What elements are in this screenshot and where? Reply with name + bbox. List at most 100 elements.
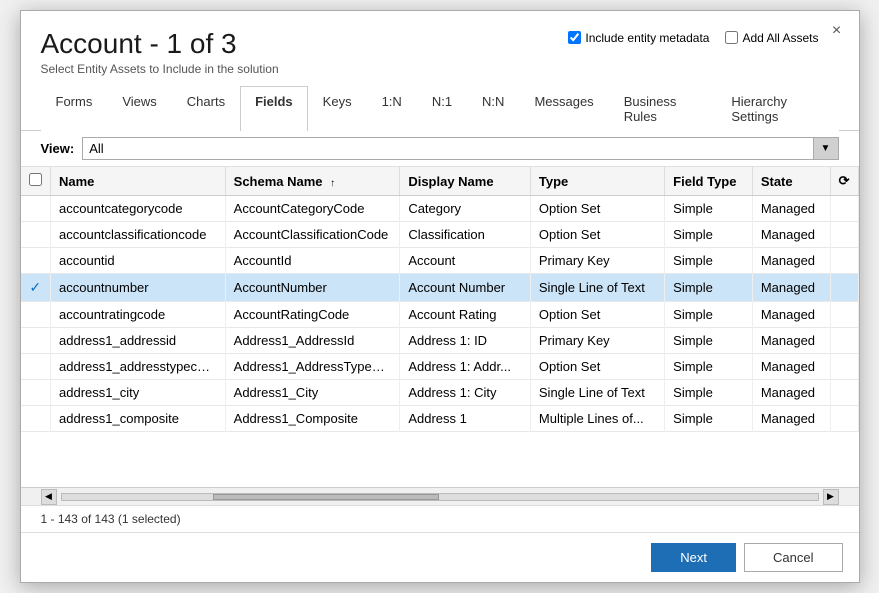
table-row[interactable]: address1_addressid Address1_AddressId Ad… <box>21 328 859 354</box>
row-action <box>830 328 858 354</box>
row-type: Single Line of Text <box>530 380 664 406</box>
horizontal-scrollbar[interactable]: ◀ ▶ <box>21 487 859 505</box>
view-label: View: <box>41 141 75 156</box>
row-field-type: Simple <box>665 302 753 328</box>
row-check[interactable] <box>21 328 51 354</box>
include-metadata-label[interactable]: Include entity metadata <box>568 31 709 45</box>
table-body: accountcategorycode AccountCategoryCode … <box>21 196 859 432</box>
row-state: Managed <box>752 380 830 406</box>
table-row[interactable]: address1_addresstypecode Address1_Addres… <box>21 354 859 380</box>
row-field-type: Simple <box>665 196 753 222</box>
cancel-button[interactable]: Cancel <box>744 543 842 572</box>
row-action <box>830 354 858 380</box>
table-row[interactable]: ✓ accountnumber AccountNumber Account Nu… <box>21 274 859 302</box>
tab-views[interactable]: Views <box>107 86 171 131</box>
main-dialog: Account - 1 of 3 Select Entity Assets to… <box>20 10 860 584</box>
row-action <box>830 248 858 274</box>
scroll-left-arrow[interactable]: ◀ <box>41 489 57 505</box>
row-state: Managed <box>752 328 830 354</box>
row-schema-name: AccountClassificationCode <box>225 222 400 248</box>
row-display-name: Address 1: City <box>400 380 531 406</box>
row-name: accountratingcode <box>51 302 226 328</box>
tab-keys[interactable]: Keys <box>308 86 367 131</box>
view-dropdown-icon[interactable]: ▼ <box>813 137 839 160</box>
row-schema-name: Address1_AddressTypeCode <box>225 354 400 380</box>
row-name: address1_composite <box>51 406 226 432</box>
row-action <box>830 302 858 328</box>
row-schema-name: AccountRatingCode <box>225 302 400 328</box>
tab-forms[interactable]: Forms <box>41 86 108 131</box>
table-row[interactable]: accountid AccountId Account Primary Key … <box>21 248 859 274</box>
row-check[interactable] <box>21 248 51 274</box>
row-field-type: Simple <box>665 274 753 302</box>
row-check[interactable] <box>21 222 51 248</box>
row-display-name: Address 1 <box>400 406 531 432</box>
add-all-assets-checkbox[interactable] <box>725 31 738 44</box>
status-bar: 1 - 143 of 143 (1 selected) <box>21 505 859 532</box>
row-field-type: Simple <box>665 222 753 248</box>
tab-messages[interactable]: Messages <box>519 86 608 131</box>
col-name[interactable]: Name <box>51 167 226 196</box>
row-action <box>830 196 858 222</box>
table-row[interactable]: accountclassificationcode AccountClassif… <box>21 222 859 248</box>
row-state: Managed <box>752 354 830 380</box>
row-check[interactable] <box>21 406 51 432</box>
col-field-type[interactable]: Field Type <box>665 167 753 196</box>
row-state: Managed <box>752 302 830 328</box>
close-button[interactable]: × <box>827 21 847 41</box>
tab-1n[interactable]: 1:N <box>367 86 417 131</box>
tab-charts[interactable]: Charts <box>172 86 240 131</box>
tab-nn[interactable]: N:N <box>467 86 519 131</box>
table-row[interactable]: accountcategorycode AccountCategoryCode … <box>21 196 859 222</box>
col-state[interactable]: State <box>752 167 830 196</box>
row-schema-name: AccountCategoryCode <box>225 196 400 222</box>
include-metadata-checkbox[interactable] <box>568 31 581 44</box>
view-select[interactable]: All <box>82 137 838 160</box>
row-action <box>830 380 858 406</box>
select-all-checkbox[interactable] <box>29 173 42 186</box>
table-row[interactable]: address1_composite Address1_Composite Ad… <box>21 406 859 432</box>
row-type: Primary Key <box>530 328 664 354</box>
col-refresh[interactable]: ⟳ <box>830 167 858 196</box>
col-type[interactable]: Type <box>530 167 664 196</box>
fields-table: Name Schema Name ↑ Display Name Type Fie… <box>21 167 859 432</box>
scroll-right-arrow[interactable]: ▶ <box>823 489 839 505</box>
row-display-name: Account <box>400 248 531 274</box>
row-checkmark: ✓ <box>29 279 41 295</box>
col-check[interactable] <box>21 167 51 196</box>
row-field-type: Simple <box>665 380 753 406</box>
next-button[interactable]: Next <box>651 543 736 572</box>
footer: Next Cancel <box>21 532 859 582</box>
row-field-type: Simple <box>665 354 753 380</box>
hscroll-track[interactable] <box>61 493 819 501</box>
row-check[interactable] <box>21 196 51 222</box>
row-name: accountcategorycode <box>51 196 226 222</box>
row-schema-name: Address1_AddressId <box>225 328 400 354</box>
row-type: Option Set <box>530 196 664 222</box>
row-name: accountid <box>51 248 226 274</box>
header-checkboxes: Include entity metadata Add All Assets <box>568 31 818 45</box>
row-check[interactable] <box>21 380 51 406</box>
tab-fields[interactable]: Fields <box>240 86 308 131</box>
tab-n1[interactable]: N:1 <box>417 86 467 131</box>
view-select-wrapper: All ▼ <box>82 137 838 160</box>
tab-business-rules[interactable]: Business Rules <box>609 86 717 131</box>
tabs-bar: Forms Views Charts Fields Keys 1:N N:1 N… <box>21 86 859 131</box>
hscroll-thumb[interactable] <box>213 494 440 500</box>
add-all-assets-label[interactable]: Add All Assets <box>725 31 818 45</box>
col-display-name[interactable]: Display Name <box>400 167 531 196</box>
table-row[interactable]: accountratingcode AccountRatingCode Acco… <box>21 302 859 328</box>
row-state: Managed <box>752 196 830 222</box>
row-action <box>830 274 858 302</box>
row-check[interactable] <box>21 302 51 328</box>
table-scroll[interactable]: Name Schema Name ↑ Display Name Type Fie… <box>21 167 859 487</box>
row-schema-name: Address1_City <box>225 380 400 406</box>
view-bar: View: All ▼ <box>21 131 859 167</box>
table-row[interactable]: address1_city Address1_City Address 1: C… <box>21 380 859 406</box>
row-check[interactable] <box>21 354 51 380</box>
row-type: Multiple Lines of... <box>530 406 664 432</box>
tab-hierarchy-settings[interactable]: Hierarchy Settings <box>716 86 838 131</box>
col-schema-name[interactable]: Schema Name ↑ <box>225 167 400 196</box>
row-check[interactable]: ✓ <box>21 274 51 302</box>
row-schema-name: AccountId <box>225 248 400 274</box>
